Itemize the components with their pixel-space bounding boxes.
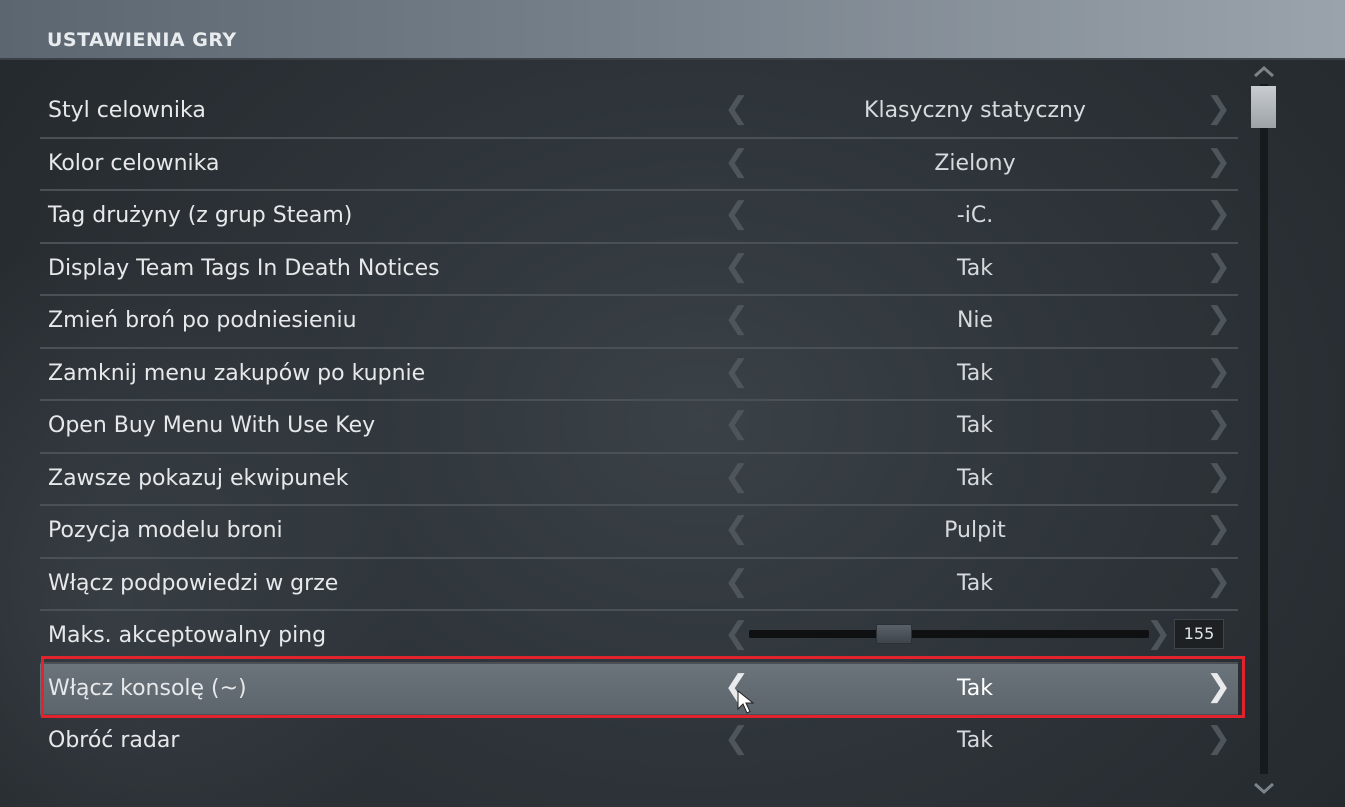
next-option-icon[interactable]: ❯ [1206,461,1231,492]
setting-label: Kolor celownika [48,150,220,176]
next-option-icon[interactable]: ❯ [1206,199,1231,229]
next-option-icon[interactable]: ❯ [1206,304,1231,334]
setting-row-always-show-inventory[interactable]: Zawsze pokazuj ekwipunek ❮ Tak ❯ [40,454,1238,506]
next-option-icon[interactable]: ❯ [1206,251,1231,282]
setting-row-buy-menu-use-key[interactable]: Open Buy Menu With Use Key ❮ Tak ❯ [40,401,1238,454]
setting-row-crosshair-color[interactable]: Kolor celownika ❮ Zielony ❯ [40,139,1238,191]
next-option-icon[interactable]: ❯ [1206,146,1231,177]
prev-option-icon[interactable]: ❮ [724,514,749,544]
setting-value: Tak [956,255,994,281]
setting-row-game-hints[interactable]: Włącz podpowiedzi w grze ❮ Tak ❯ [40,559,1238,611]
mouse-pointer-icon [737,690,755,714]
setting-row-close-buy-menu[interactable]: Zamknij menu zakupów po kupnie ❮ Tak ❯ [40,349,1238,401]
prev-option-icon[interactable]: ❮ [724,356,749,387]
setting-label: Obróć radar [48,728,180,753]
next-option-icon[interactable]: ❯ [1206,514,1231,544]
prev-option-icon[interactable]: ❮ [724,94,749,124]
scrollbar[interactable] [1250,64,1278,796]
setting-value: Pulpit [944,518,1006,543]
next-option-icon[interactable]: ❯ [1206,409,1231,439]
ping-slider-handle[interactable] [876,624,913,644]
chevron-down-icon[interactable] [1252,782,1276,796]
setting-value: Tak [956,413,994,438]
scrollbar-track[interactable] [1260,84,1268,774]
setting-label: Styl celownika [48,98,206,123]
slider-increase-icon[interactable]: ❯ [1146,619,1171,649]
next-option-icon[interactable]: ❯ [1206,724,1231,754]
prev-option-icon[interactable]: ❮ [724,199,749,229]
setting-value: Tak [956,570,994,596]
prev-option-icon[interactable]: ❮ [724,409,749,439]
setting-row-switch-weapon-on-pickup[interactable]: Zmień broń po podniesieniu ❮ Nie ❯ [40,296,1238,349]
setting-row-viewmodel-position[interactable]: Pozycja modelu broni ❮ Pulpit ❯ [40,506,1238,559]
ping-slider-track[interactable] [749,630,1149,638]
setting-row-team-tag[interactable]: Tag drużyny (z grup Steam) ❮ -iC. ❯ [40,191,1238,244]
setting-row-rotate-radar[interactable]: Obróć radar ❮ Tak ❯ [40,716,1238,769]
chevron-up-icon[interactable] [1252,64,1276,78]
prev-option-icon[interactable]: ❮ [724,304,749,334]
setting-value: Tak [956,465,994,491]
setting-label: Maks. akceptowalny ping [48,623,327,648]
page-title: USTAWIENIA GRY [47,29,237,51]
prev-option-icon[interactable]: ❮ [724,146,749,177]
setting-label: Pozycja modelu broni [48,518,283,543]
slider-decrease-icon[interactable]: ❮ [724,619,749,649]
setting-label: Zmień broń po podniesieniu [48,308,357,333]
setting-label: Włącz podpowiedzi w grze [48,570,339,596]
prev-option-icon[interactable]: ❮ [724,251,749,282]
setting-value: Tak [956,360,994,386]
setting-row-team-tags-death-notices[interactable]: Display Team Tags In Death Notices ❮ Tak… [40,244,1238,296]
next-option-icon[interactable]: ❯ [1206,356,1231,387]
setting-value: Zielony [934,150,1016,176]
setting-value: Klasyczny statyczny [864,98,1086,123]
next-option-icon[interactable]: ❯ [1206,566,1231,597]
prev-option-icon[interactable]: ❮ [724,461,749,492]
settings-header: USTAWIENIA GRY [0,0,1345,60]
setting-value: -iC. [956,203,994,228]
scrollbar-thumb[interactable] [1251,86,1276,128]
setting-label: Display Team Tags In Death Notices [48,255,440,281]
setting-label: Zamknij menu zakupów po kupnie [48,360,426,386]
setting-label: Open Buy Menu With Use Key [48,413,376,438]
next-option-icon[interactable]: ❯ [1206,94,1231,124]
ping-value-field[interactable]: 155 [1174,619,1224,649]
prev-option-icon[interactable]: ❮ [724,566,749,597]
setting-label: Zawsze pokazuj ekwipunek [48,465,349,491]
setting-value: Tak [956,728,994,753]
setting-value: Nie [956,308,994,333]
setting-label: Tag drużyny (z grup Steam) [48,203,353,228]
highlight-annotation-box [41,656,1245,718]
prev-option-icon[interactable]: ❮ [724,724,749,754]
setting-row-crosshair-style[interactable]: Styl celownika ❮ Klasyczny statyczny ❯ [40,86,1238,139]
